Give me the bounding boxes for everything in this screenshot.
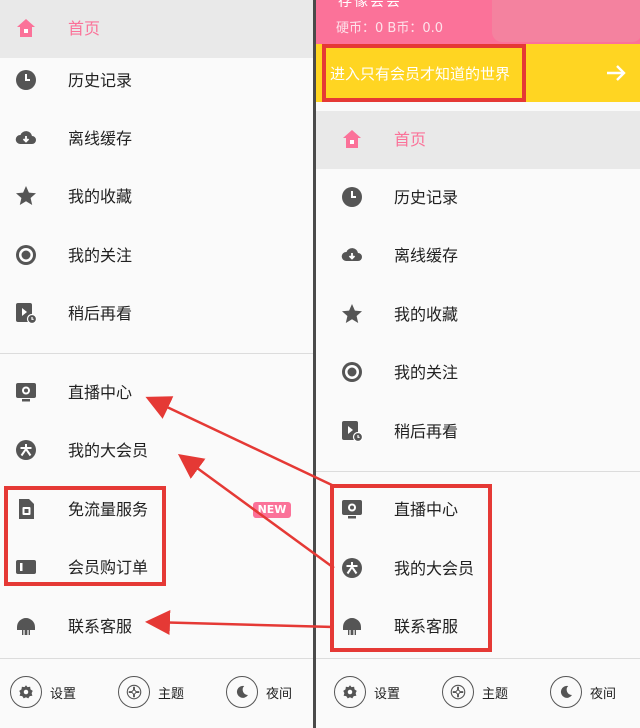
- menu-item-label: 联系客服: [68, 617, 133, 636]
- theme-icon: [125, 683, 143, 701]
- menu-item-label: 我的大会员: [68, 441, 149, 460]
- user-header: 存像会会 硬币：0 B币：0.0: [316, 0, 640, 44]
- home-icon: [14, 16, 38, 40]
- settings-label: 设置: [374, 686, 401, 702]
- theme-icon: [449, 683, 467, 701]
- section-divider: [0, 353, 313, 354]
- coin-balance: 硬币：0 B币：0.0: [336, 21, 443, 36]
- target-icon: [340, 360, 364, 384]
- moon-icon: [233, 683, 251, 701]
- menu-item-label: 我的关注: [394, 363, 459, 382]
- home-icon: [340, 127, 364, 151]
- bottom-bar: 设置 主题 夜间: [0, 658, 313, 728]
- new-badge: NEW: [253, 502, 291, 518]
- night-label: 夜间: [590, 686, 617, 702]
- menu-item-vip[interactable]: 我的大会员: [0, 422, 313, 480]
- gear-icon: [341, 683, 359, 701]
- left-drawer: 首页 历史记录 离线缓存 我的收藏 我的关注 稍后再看 直播中心 我的大会员 免…: [0, 0, 313, 728]
- cloud-download-icon: [340, 243, 364, 267]
- star-icon: [340, 302, 364, 326]
- menu-item-favorites[interactable]: 我的收藏: [316, 286, 640, 344]
- highlight-box-left: [4, 486, 166, 586]
- theme-button[interactable]: 主题: [118, 670, 184, 714]
- target-icon: [14, 243, 38, 267]
- menu-item-favorites[interactable]: 我的收藏: [0, 168, 313, 226]
- cloud-download-icon: [14, 126, 38, 150]
- menu-item-label: 稍后再看: [68, 304, 133, 323]
- menu-item-customer-service[interactable]: 联系客服: [0, 598, 313, 656]
- settings-button[interactable]: 设置: [10, 670, 76, 714]
- night-mode-button[interactable]: 夜间: [226, 670, 292, 714]
- menu-item-following[interactable]: 我的关注: [316, 344, 640, 402]
- menu-item-label: 稍后再看: [394, 422, 459, 441]
- clock-icon: [14, 68, 38, 92]
- menu-item-label: 历史记录: [68, 71, 133, 90]
- live-tv-icon: [14, 380, 38, 404]
- username[interactable]: 存像会会: [338, 0, 402, 11]
- menu-item-label: 我的收藏: [394, 305, 459, 324]
- theme-label: 主题: [482, 686, 509, 702]
- settings-label: 设置: [50, 686, 77, 702]
- menu-item-offline-cache[interactable]: 离线缓存: [0, 110, 313, 168]
- highlight-box-banner: [322, 44, 526, 102]
- menu-item-label: 我的收藏: [68, 187, 133, 206]
- menu-item-following[interactable]: 我的关注: [0, 227, 313, 285]
- menu-item-label: 历史记录: [394, 188, 459, 207]
- support-icon: [14, 614, 38, 638]
- menu-item-label: 直播中心: [68, 383, 133, 402]
- menu-item-label: 首页: [68, 19, 101, 38]
- menu-item-home[interactable]: 首页: [0, 0, 313, 58]
- highlight-box-right: [330, 484, 492, 652]
- section-divider: [316, 471, 640, 472]
- menu-item-label: 离线缓存: [68, 129, 133, 148]
- menu-item-history[interactable]: 历史记录: [0, 52, 313, 110]
- menu-item-live-center[interactable]: 直播中心: [0, 364, 313, 422]
- gear-icon: [17, 683, 35, 701]
- menu-item-watch-later[interactable]: 稍后再看: [316, 403, 640, 461]
- menu-item-history[interactable]: 历史记录: [316, 169, 640, 227]
- star-icon: [14, 184, 38, 208]
- play-later-icon: [14, 301, 38, 325]
- clock-icon: [340, 185, 364, 209]
- theme-label: 主题: [158, 686, 185, 702]
- theme-button[interactable]: 主题: [442, 670, 508, 714]
- menu-item-offline-cache[interactable]: 离线缓存: [316, 227, 640, 285]
- menu-item-watch-later[interactable]: 稍后再看: [0, 285, 313, 343]
- menu-item-home[interactable]: 首页: [316, 111, 640, 169]
- play-later-icon: [340, 419, 364, 443]
- header-decoration: [492, 0, 640, 42]
- menu-item-label: 离线缓存: [394, 246, 459, 265]
- menu-item-label: 首页: [394, 130, 427, 149]
- vip-icon: [14, 438, 38, 462]
- menu-item-label: 我的关注: [68, 246, 133, 265]
- bottom-bar: 设置 主题 夜间: [316, 658, 640, 728]
- night-mode-button[interactable]: 夜间: [550, 670, 616, 714]
- settings-button[interactable]: 设置: [334, 670, 400, 714]
- night-label: 夜间: [266, 686, 293, 702]
- arrow-right-icon: [607, 65, 626, 81]
- moon-icon: [557, 683, 575, 701]
